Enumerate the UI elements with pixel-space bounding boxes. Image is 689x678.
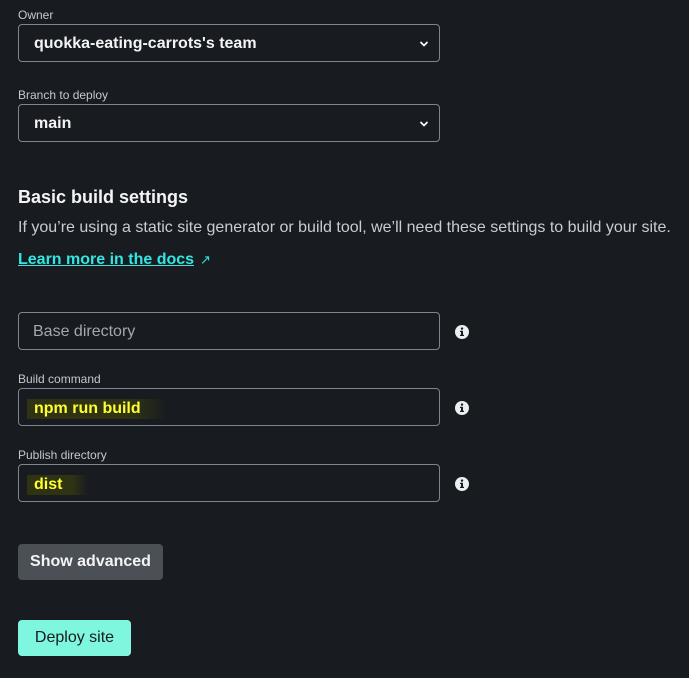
info-icon[interactable] [454,476,470,492]
branch-select[interactable]: main [18,104,440,142]
branch-select-value: main [34,115,72,132]
owner-select[interactable]: quokka-eating-carrots's team [18,24,440,62]
info-icon[interactable] [454,400,470,416]
build-command-label: Build command [18,372,101,386]
owner-label: Owner [18,8,54,22]
deploy-settings-form: Owner quokka-eating-carrots's team Branc… [0,0,689,678]
section-title: Basic build settings [18,187,189,207]
docs-link[interactable]: Learn more in the docs ↗ [18,250,211,270]
info-icon[interactable] [454,324,470,340]
section-description: If you’re using a static site generator … [18,219,671,236]
arrow-up-right-icon: ↗ [200,252,211,267]
base-directory-placeholder: Base directory [33,323,136,340]
chevron-down-icon [420,121,428,127]
base-directory-input[interactable]: Base directory [18,312,440,350]
owner-select-value: quokka-eating-carrots's team [34,35,257,52]
publish-directory-value: dist [27,475,89,495]
docs-link-label: Learn more in the docs [18,251,195,268]
build-command-value: npm run build [27,399,167,419]
chevron-down-icon [420,41,428,47]
publish-directory-label: Publish directory [18,448,107,462]
show-advanced-button[interactable]: Show advanced [18,544,163,580]
branch-label: Branch to deploy [18,88,109,102]
publish-directory-input[interactable]: dist [18,464,440,502]
deploy-site-button[interactable]: Deploy site [18,620,131,656]
build-command-input[interactable]: npm run build [18,388,440,426]
